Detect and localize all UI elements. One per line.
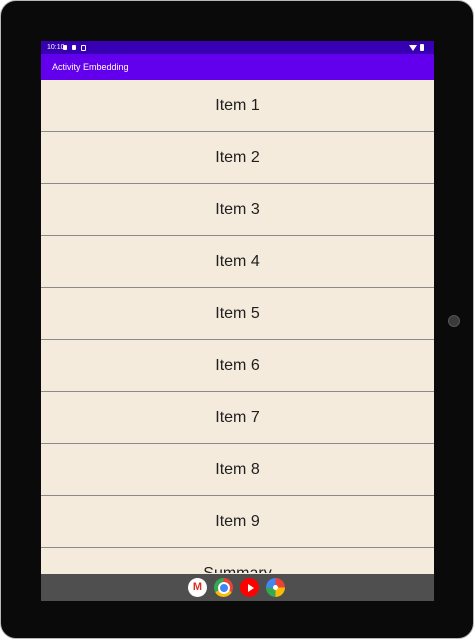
photos-icon[interactable] <box>266 578 285 597</box>
taskbar: M <box>41 574 434 601</box>
notification-icon <box>63 45 67 50</box>
list-item-1[interactable]: Item 1 <box>41 80 434 132</box>
list-item-6[interactable]: Item 6 <box>41 340 434 392</box>
wifi-icon <box>409 44 417 51</box>
status-notification-icons <box>63 41 86 54</box>
list-item-summary[interactable]: Summary <box>41 548 434 574</box>
gmail-icon[interactable]: M <box>188 578 207 597</box>
list-item-8[interactable]: Item 8 <box>41 444 434 496</box>
app-title: Activity Embedding <box>52 62 129 72</box>
list-item-9[interactable]: Item 9 <box>41 496 434 548</box>
list-item-4[interactable]: Item 4 <box>41 236 434 288</box>
device-screen: 10:10 Activity Embedding Item 1 Item 2 I… <box>41 41 434 601</box>
item-list[interactable]: Item 1 Item 2 Item 3 Item 4 Item 5 Item … <box>41 80 434 573</box>
youtube-icon[interactable] <box>240 578 259 597</box>
list-item-7[interactable]: Item 7 <box>41 392 434 444</box>
list-item-3[interactable]: Item 3 <box>41 184 434 236</box>
app-dock: M <box>188 578 285 597</box>
tablet-frame: 10:10 Activity Embedding Item 1 Item 2 I… <box>0 0 474 639</box>
app-bar: Activity Embedding <box>41 54 434 80</box>
status-system-icons <box>409 41 424 54</box>
storage-icon <box>81 44 86 51</box>
camera-icon <box>448 315 460 327</box>
status-bar: 10:10 <box>41 41 434 54</box>
list-item-2[interactable]: Item 2 <box>41 132 434 184</box>
battery-icon <box>420 44 424 51</box>
chrome-icon[interactable] <box>214 578 233 597</box>
sim-card-icon <box>72 45 76 50</box>
list-item-5[interactable]: Item 5 <box>41 288 434 340</box>
status-time: 10:10 <box>47 44 65 51</box>
